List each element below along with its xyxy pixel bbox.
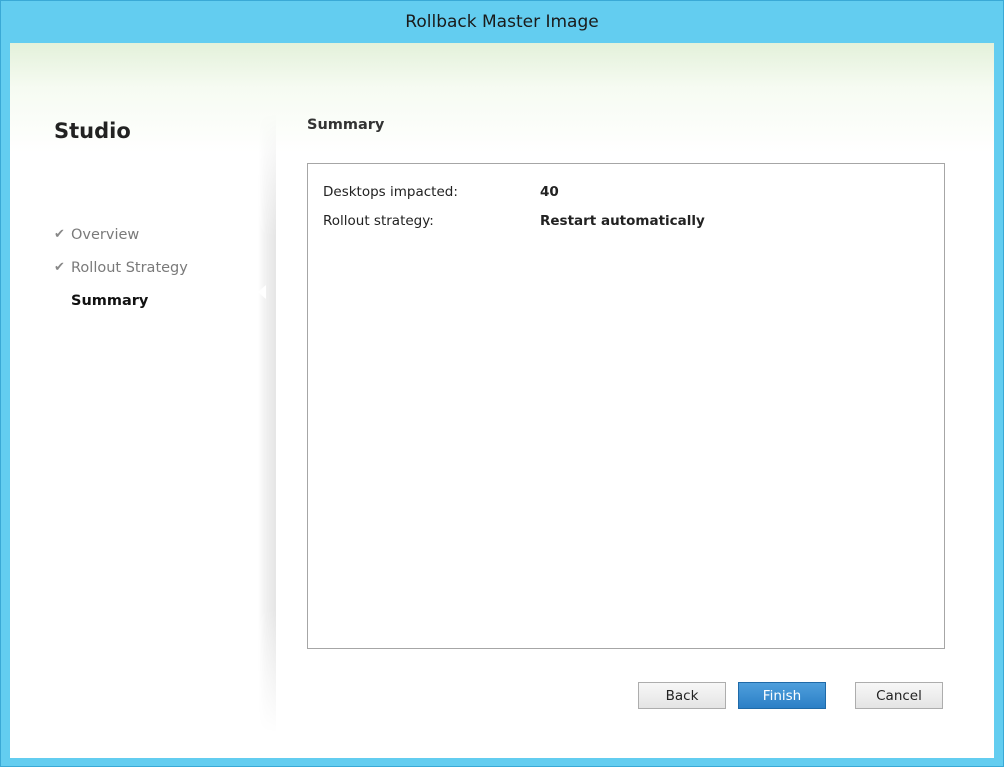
step-label: Summary — [71, 292, 149, 309]
wizard-body: Studio ✔ Overview ✔ Rollout Strategy Sum… — [10, 43, 994, 758]
wizard-sidebar: Studio ✔ Overview ✔ Rollout Strategy Sum… — [10, 43, 262, 758]
sidebar-separator — [258, 113, 276, 733]
summary-value: 40 — [540, 184, 559, 200]
summary-panel: Desktops impacted: 40 Rollout strategy: … — [307, 163, 945, 649]
step-summary: Summary — [54, 284, 188, 317]
wizard-steps: ✔ Overview ✔ Rollout Strategy Summary — [54, 218, 188, 317]
brand-title: Studio — [54, 119, 131, 143]
summary-value: Restart automatically — [540, 213, 705, 229]
active-step-pointer — [258, 285, 266, 299]
step-label: Overview — [71, 226, 140, 243]
check-icon: ✔ — [54, 260, 65, 275]
page-title: Summary — [307, 117, 385, 133]
finish-button[interactable]: Finish — [738, 682, 826, 709]
step-label: Rollout Strategy — [71, 259, 188, 276]
back-button[interactable]: Back — [638, 682, 726, 709]
window-title: Rollback Master Image — [405, 12, 599, 32]
summary-label: Desktops impacted: — [323, 184, 458, 200]
check-icon: ✔ — [54, 227, 65, 242]
wizard-window: Rollback Master Image Studio ✔ Overview … — [0, 0, 1004, 767]
step-overview[interactable]: ✔ Overview — [54, 218, 188, 251]
title-bar[interactable]: Rollback Master Image — [1, 1, 1003, 43]
step-rollout-strategy[interactable]: ✔ Rollout Strategy — [54, 251, 188, 284]
summary-label: Rollout strategy: — [323, 213, 434, 229]
cancel-button[interactable]: Cancel — [855, 682, 943, 709]
